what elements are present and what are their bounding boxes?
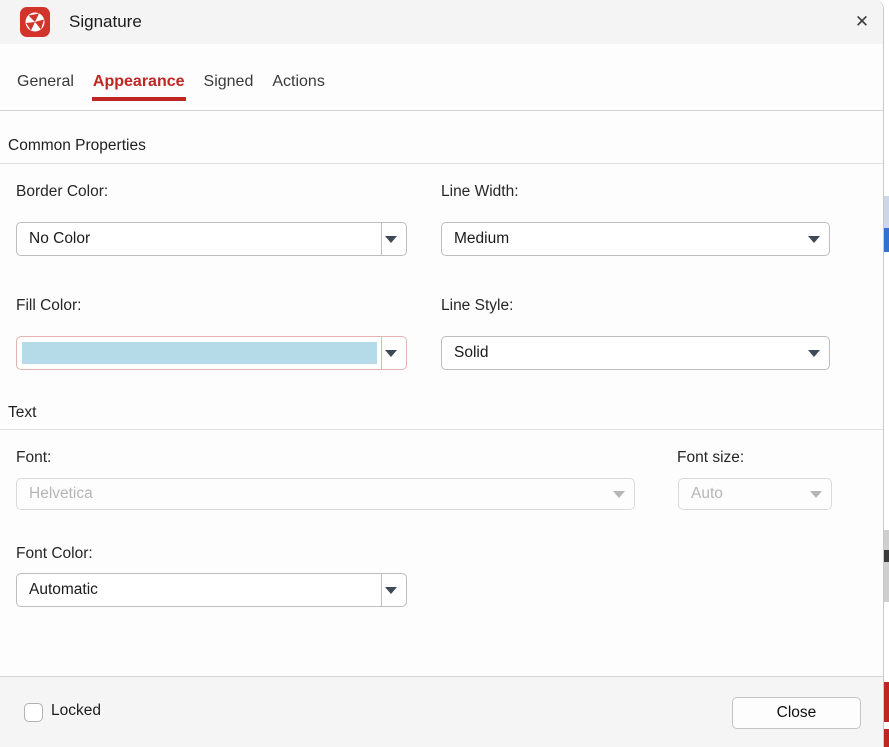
titlebar: Signature ✕ <box>0 0 883 45</box>
line-style-select[interactable]: Solid <box>441 336 830 370</box>
chevron-down-icon <box>613 491 625 498</box>
line-style-value: Solid <box>454 337 488 369</box>
font-size-label: Font size: <box>677 449 744 467</box>
dialog-footer: Locked Close <box>0 676 883 747</box>
border-color-label: Border Color: <box>16 183 108 201</box>
fill-color-select[interactable] <box>16 336 407 370</box>
font-size-value: Auto <box>691 479 723 509</box>
font-value: Helvetica <box>29 479 93 509</box>
tab-appearance[interactable]: Appearance <box>92 73 186 110</box>
chevron-down-icon <box>385 350 397 357</box>
fill-color-label: Fill Color: <box>16 297 81 315</box>
close-button[interactable]: Close <box>732 697 861 729</box>
line-width-value: Medium <box>454 223 509 255</box>
locked-checkbox[interactable] <box>24 703 43 722</box>
border-color-value: No Color <box>29 223 90 255</box>
tab-actions[interactable]: Actions <box>271 73 325 110</box>
line-width-label: Line Width: <box>441 183 519 201</box>
chevron-down-icon <box>808 236 820 243</box>
chevron-down-icon <box>810 491 822 498</box>
section-title-text: Text <box>8 404 36 422</box>
chevron-down-icon <box>385 587 397 594</box>
window-title: Signature <box>69 0 142 44</box>
chevron-down-icon <box>808 350 820 357</box>
divider <box>381 223 382 255</box>
border-color-select[interactable]: No Color <box>16 222 407 256</box>
tab-signed[interactable]: Signed <box>203 73 255 110</box>
font-label: Font: <box>16 449 51 467</box>
divider <box>0 429 883 430</box>
chevron-down-icon <box>385 236 397 243</box>
font-color-value: Automatic <box>29 574 98 606</box>
divider <box>381 337 382 369</box>
app-logo-icon <box>20 7 50 37</box>
locked-label: Locked <box>51 702 101 720</box>
line-width-select[interactable]: Medium <box>441 222 830 256</box>
fill-color-swatch <box>22 342 377 364</box>
tab-bar: General Appearance Signed Actions <box>0 44 883 111</box>
font-size-select: Auto <box>678 478 832 510</box>
divider <box>0 163 883 164</box>
font-color-label: Font Color: <box>16 545 93 563</box>
section-title-common-properties: Common Properties <box>8 137 146 155</box>
close-icon[interactable]: ✕ <box>846 7 878 37</box>
divider <box>381 574 382 606</box>
font-color-select[interactable]: Automatic <box>16 573 407 607</box>
font-select: Helvetica <box>16 478 635 510</box>
signature-dialog: Signature ✕ General Appearance Signed Ac… <box>0 0 884 747</box>
tab-general[interactable]: General <box>16 73 75 110</box>
line-style-label: Line Style: <box>441 297 513 315</box>
